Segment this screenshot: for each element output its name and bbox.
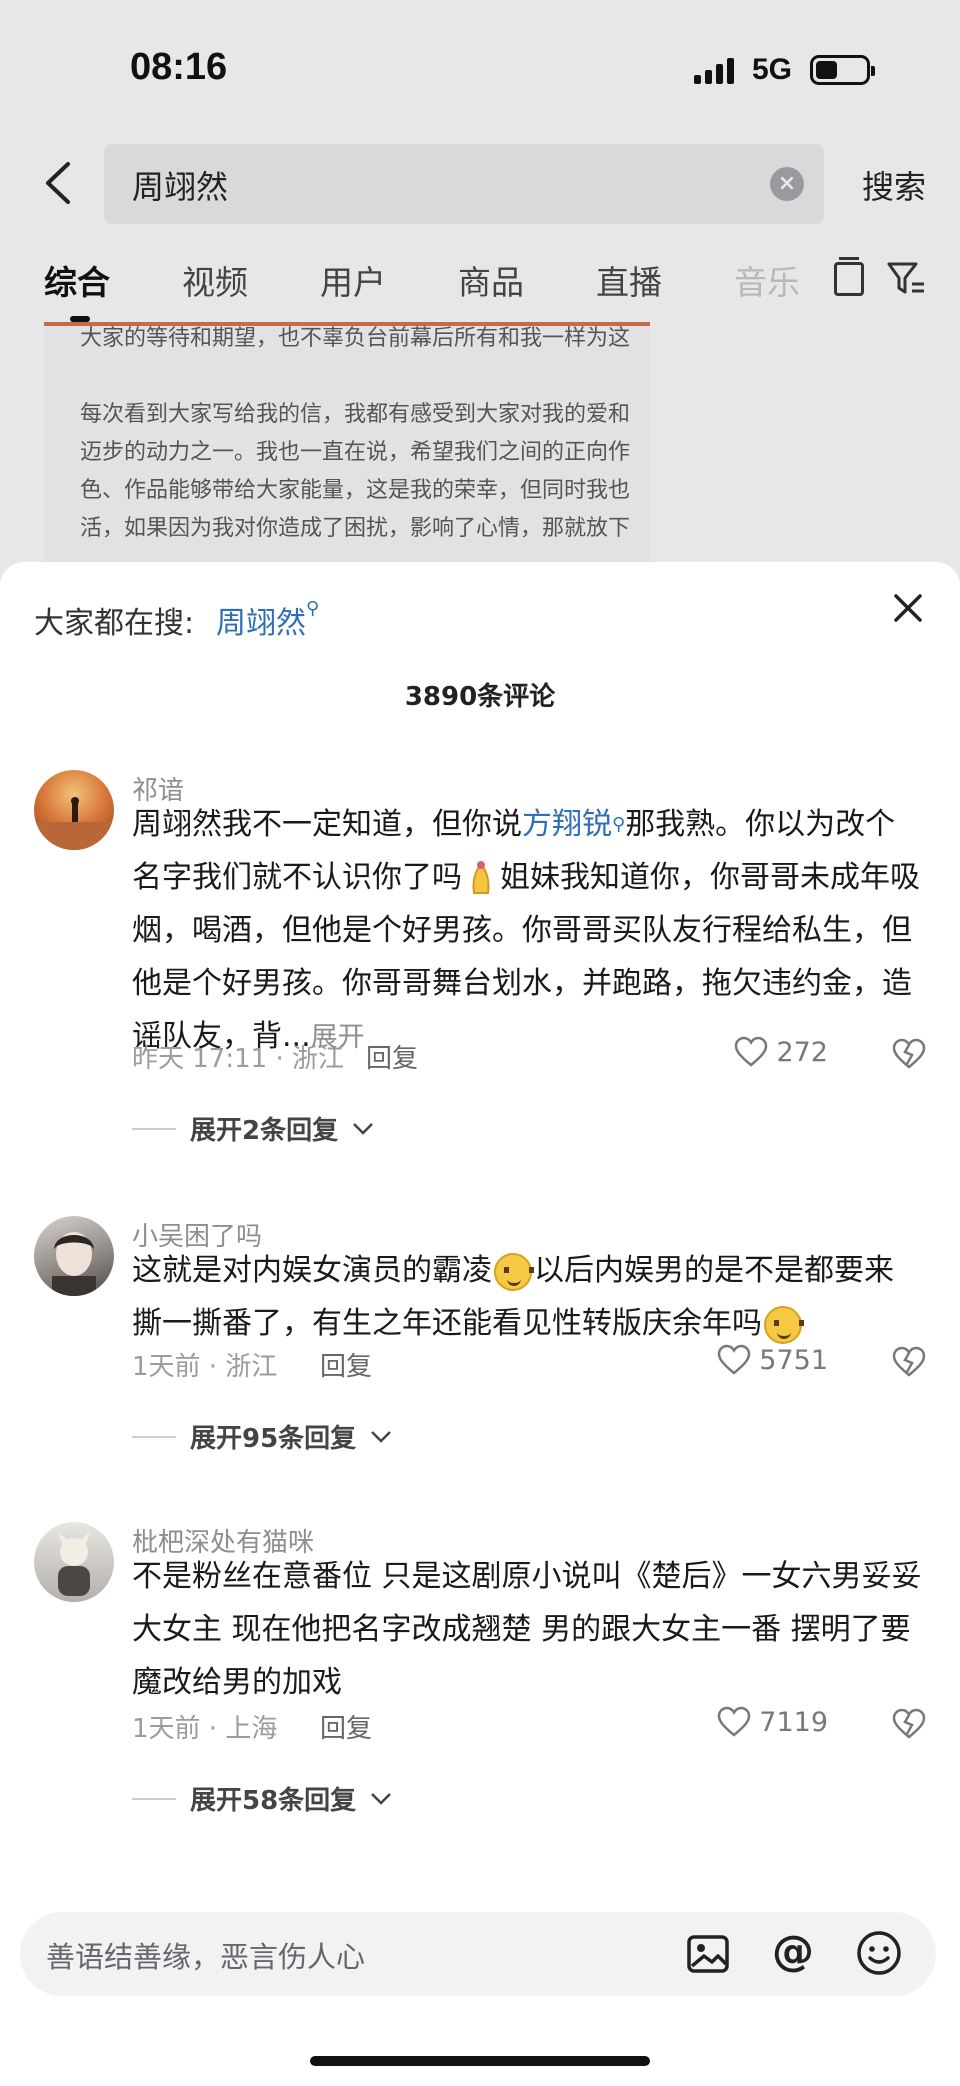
comment-text-part: 周翊然我不一定知道，但你说 <box>132 807 522 842</box>
reply-button[interactable]: 回复 <box>366 1038 418 1075</box>
face-emoji-icon <box>764 1305 804 1344</box>
comment-input-placeholder: 善语结善缘，恶言伤人心 <box>46 1940 366 1974</box>
trending-label: 大家都在搜: <box>34 606 195 641</box>
tab-video[interactable]: 视频 <box>182 256 248 304</box>
search-icon: ⚲ <box>306 598 320 619</box>
background-page: 08:16 5G 周翊然 × 搜索 综合 视频 用户 商品 直播 音乐 大家的等… <box>0 0 960 580</box>
comment-text: 这就是对内娱女演员的霸凌 以后内娱男的是不是都要来撕一撕番了，有生之年还能看见性转… <box>132 1244 922 1350</box>
tab-products[interactable]: 商品 <box>458 256 524 304</box>
like-button[interactable]: 5751 <box>717 1344 828 1376</box>
tab-users[interactable]: 用户 <box>320 256 386 304</box>
tab-music[interactable]: 音乐 <box>734 256 800 304</box>
comment-time-location: 1天前 · 浙江 <box>132 1352 278 1382</box>
reply-button[interactable]: 回复 <box>320 1708 372 1745</box>
comment-time-location: 1天前 · 上海 <box>132 1714 278 1744</box>
comment-text-part: 不是粉丝在意番位 只是这剧原小说叫《楚后》一女六男妥妥大女主 现在他把名字改成翘… <box>132 1559 922 1700</box>
avatar[interactable] <box>34 1522 114 1602</box>
status-bar: 08:16 5G <box>0 0 960 140</box>
comment-text: 周翊然我不一定知道，但你说方翔锐⚲那我熟。你以为改个名字我们就不认识你了吗 姐妹我… <box>132 798 922 1064</box>
divider <box>132 1435 176 1438</box>
expand-replies-label: 展开2条回复 <box>190 1116 339 1146</box>
expand-replies-button[interactable]: 展开95条回复 <box>132 1418 392 1455</box>
reply-button[interactable]: 回复 <box>320 1346 372 1383</box>
like-button[interactable]: 272 <box>734 1036 828 1068</box>
search-icon: ⚲ <box>612 814 626 835</box>
battery-icon <box>810 55 875 85</box>
mention-link[interactable]: 方翔锐 <box>522 807 612 842</box>
comments-sheet: 大家都在搜: 周翊然⚲ 3890条评论 祁谙 周翊然我不一定知道，但你说方翔锐⚲… <box>0 562 960 2086</box>
status-time: 08:16 <box>130 46 228 88</box>
expand-replies-label: 展开95条回复 <box>190 1424 357 1454</box>
article-line: 色、作品能够带给大家能量，这是我的荣幸，但同时我也 <box>80 478 631 503</box>
search-input[interactable]: 周翊然 × <box>104 144 824 224</box>
article-line: 大家的等待和期望，也不辜负台前幕后所有和我一样为这 <box>80 326 631 351</box>
filter-icon[interactable] <box>886 260 926 298</box>
search-button[interactable]: 搜索 <box>862 162 926 208</box>
dislike-icon[interactable] <box>892 1038 926 1070</box>
expand-replies-label: 展开58条回复 <box>190 1786 357 1816</box>
image-icon[interactable] <box>686 1932 730 1976</box>
status-indicators: 5G <box>693 52 875 88</box>
article-line: 活，如果因为我对你造成了困扰，影响了心情，那就放下 <box>80 516 631 541</box>
signal-icon <box>693 56 734 84</box>
heart-icon <box>735 1036 768 1067</box>
close-icon[interactable] <box>888 588 928 628</box>
comment-text-part: 这就是对内娱女演员的霸凌 <box>132 1253 492 1288</box>
like-count: 5751 <box>759 1344 828 1376</box>
network-label: 5G <box>751 53 792 86</box>
like-button[interactable]: 7119 <box>717 1706 828 1738</box>
trending-search-link[interactable]: 周翊然⚲ <box>216 598 319 642</box>
layout-toggle-icon[interactable] <box>834 257 864 296</box>
avatar[interactable] <box>34 770 114 850</box>
search-tabs: 综合 视频 用户 商品 直播 音乐 <box>0 250 960 322</box>
back-arrow-icon[interactable] <box>40 160 80 206</box>
dislike-icon[interactable] <box>892 1708 926 1740</box>
chevron-down-icon <box>353 1122 373 1135</box>
comment-input[interactable]: 善语结善缘，恶言伤人心 @ <box>20 1912 936 1996</box>
heart-icon <box>718 1706 751 1737</box>
avatar[interactable] <box>34 1216 114 1296</box>
chevron-down-icon <box>371 1792 392 1805</box>
trending-link-text: 周翊然 <box>216 606 306 641</box>
search-query: 周翊然 <box>132 168 229 206</box>
tab-live[interactable]: 直播 <box>596 256 662 304</box>
search-row: 周翊然 × 搜索 <box>0 140 960 226</box>
dislike-icon[interactable] <box>892 1346 926 1378</box>
expand-replies-button[interactable]: 展开58条回复 <box>132 1780 392 1817</box>
article-preview: 大家的等待和期望，也不辜负台前幕后所有和我一样为这 每次看到大家写给我的信，我都… <box>44 322 650 580</box>
heart-icon <box>718 1344 751 1375</box>
emoji-icon[interactable] <box>856 1930 902 1976</box>
tab-comprehensive[interactable]: 综合 <box>44 256 110 304</box>
mention-at-icon[interactable]: @ <box>772 1926 814 1975</box>
comment-time-location: 昨天 17:11 · 浙江 <box>132 1044 344 1074</box>
divider <box>132 1127 176 1130</box>
article-line: 迈步的动力之一。我也一直在说，希望我们之间的正向作 <box>80 440 631 465</box>
divider <box>132 1797 176 1800</box>
face-emoji-icon <box>494 1252 534 1291</box>
chevron-down-icon <box>371 1430 392 1443</box>
expand-replies-button[interactable]: 展开2条回复 <box>132 1110 374 1147</box>
clear-search-icon[interactable]: × <box>770 167 804 201</box>
like-count: 7119 <box>759 1706 828 1738</box>
comment-text: 不是粉丝在意番位 只是这剧原小说叫《楚后》一女六男妥妥大女主 现在他把名字改成翘… <box>132 1550 922 1709</box>
comment-count: 3890条评论 <box>404 682 556 712</box>
like-count: 272 <box>776 1036 828 1068</box>
article-line: 每次看到大家写给我的信，我都有感受到大家对我的爱和 <box>80 402 631 427</box>
praying-hands-emoji-icon <box>472 860 490 894</box>
home-indicator <box>310 2056 650 2066</box>
